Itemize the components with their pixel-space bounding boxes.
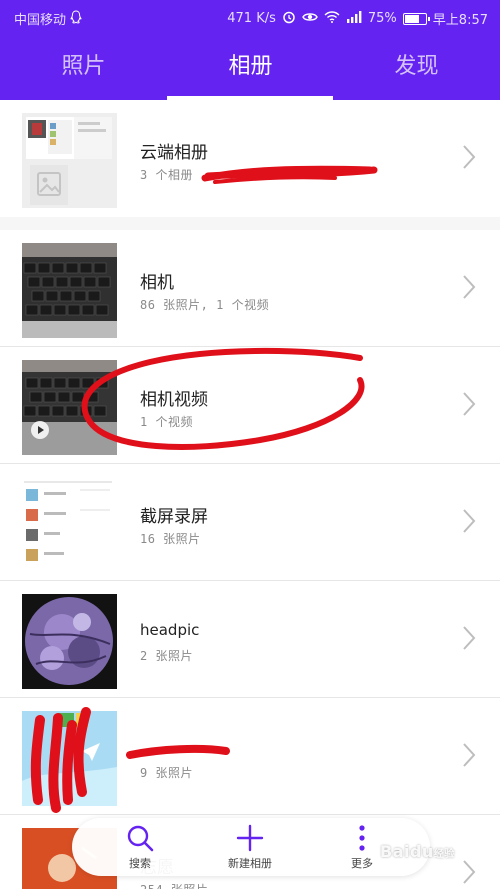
more-vertical-icon: [359, 825, 365, 851]
video-play-icon: [31, 421, 49, 439]
album-row-headpic[interactable]: headpic 2 张照片: [0, 581, 500, 698]
search-button[interactable]: 搜索: [90, 822, 190, 876]
album-title: 截屏录屏: [140, 507, 208, 527]
album-row-camera[interactable]: 相机 86 张照片, 1 个视频: [0, 230, 500, 347]
bottom-action-bar: 搜索 新建相册 更多: [72, 818, 430, 876]
chevron-right-icon: [463, 860, 476, 884]
chevron-right-icon: [463, 275, 476, 299]
album-count: 1 个视频: [140, 415, 193, 429]
album-thumbnail: [22, 243, 117, 338]
row-divider: [0, 463, 500, 464]
album-title: 相机视频: [140, 390, 208, 410]
app-header: 中国移动 471 K/s 75% 早上8:57 照片 相册 发现: [0, 0, 500, 100]
album-thumbnail: [22, 594, 117, 689]
eye-comfort-icon: [302, 11, 318, 27]
search-label: 搜索: [129, 857, 151, 870]
album-count: 3 个相册: [140, 168, 193, 182]
chevron-right-icon: [463, 392, 476, 416]
clock: 早上8:57: [432, 13, 488, 28]
plus-icon: [236, 824, 264, 852]
album-title: 相机: [140, 273, 174, 293]
chevron-right-icon: [463, 626, 476, 650]
album-row-screenshots[interactable]: 截屏录屏 16 张照片: [0, 464, 500, 581]
status-bar: 中国移动 471 K/s 75% 早上8:57: [0, 0, 500, 34]
new-album-label: 新建相册: [228, 857, 272, 870]
album-thumbnail: [22, 113, 117, 208]
album-row-redacted[interactable]: 9 张照片: [0, 698, 500, 815]
album-thumbnail: [22, 711, 117, 806]
album-count: 86 张照片, 1 个视频: [140, 298, 270, 312]
watermark-suffix: 经验: [433, 849, 455, 860]
tab-bar: 照片 相册 发现: [0, 34, 500, 100]
album-thumbnail: [22, 477, 117, 572]
search-icon: [127, 825, 154, 852]
album-row-camera-video[interactable]: 相机视频 1 个视频: [0, 347, 500, 464]
battery-icon: [402, 12, 430, 25]
row-divider: [0, 814, 500, 815]
album-thumbnail: [22, 360, 117, 455]
chevron-right-icon: [463, 145, 476, 169]
battery-percent: 75%: [367, 11, 397, 26]
chevron-right-icon: [463, 743, 476, 767]
album-count: 9 张照片: [140, 766, 193, 780]
album-count: 16 张照片: [140, 532, 201, 546]
album-title: headpic: [140, 621, 200, 639]
album-count: 254 张照片: [140, 881, 208, 889]
row-divider: [0, 697, 500, 698]
album-count: 2 张照片: [140, 649, 193, 663]
tab-discover[interactable]: 发现: [333, 34, 500, 100]
album-row-cloud[interactable]: 云端相册 3 个相册: [0, 100, 500, 217]
row-divider: [0, 580, 500, 581]
baidu-watermark: Baidu经验: [380, 842, 455, 861]
net-speed-label: 471 K/s: [227, 11, 276, 26]
carrier-label: 中国移动: [14, 13, 67, 28]
chevron-right-icon: [463, 509, 476, 533]
row-divider: [0, 346, 500, 347]
signal-icon: [346, 10, 362, 27]
tab-photos[interactable]: 照片: [0, 34, 167, 100]
album-title: 云端相册: [140, 143, 208, 163]
alarm-icon: [282, 10, 296, 28]
tab-albums[interactable]: 相册: [167, 34, 334, 100]
qq-notification-icon: [70, 9, 82, 28]
watermark-brand: Baidu: [380, 842, 434, 861]
wifi-icon: [324, 10, 340, 27]
new-album-button[interactable]: 新建相册: [200, 822, 300, 876]
